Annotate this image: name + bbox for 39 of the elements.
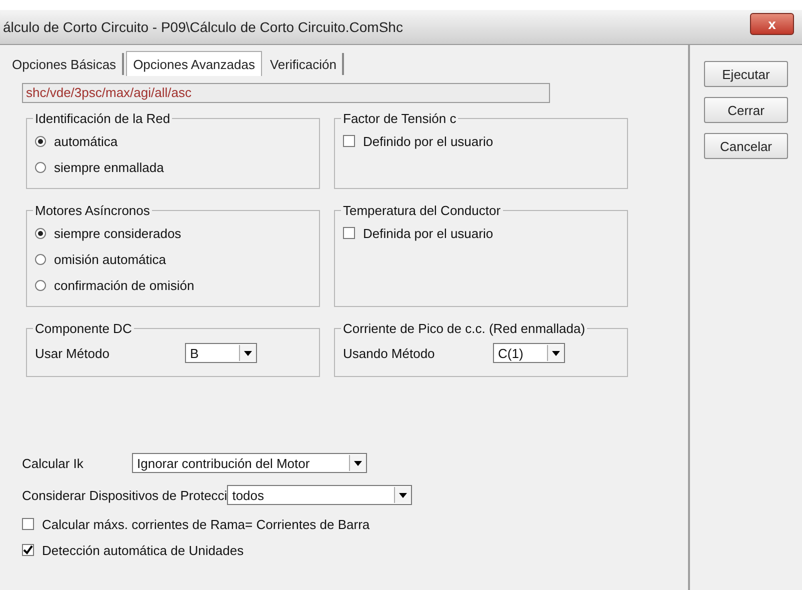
checkbox[interactable] <box>22 518 34 530</box>
field-label: Usando Método <box>343 346 436 360</box>
option-label: Definida por el usuario <box>363 226 494 240</box>
method-dropdown[interactable]: C(1) <box>493 343 565 363</box>
group-title: Corriente de Pico de c.c. (Red enmallada) <box>342 321 586 336</box>
option-label: Detección automática de Unidades <box>42 542 244 558</box>
radio-button[interactable] <box>35 280 46 290</box>
dialog-button[interactable]: Ejecutar <box>704 61 788 87</box>
field-label: Calcular Ik <box>22 456 84 470</box>
option-label: siempre considerados <box>54 226 182 240</box>
group-title: Temperatura del Conductor <box>342 203 502 218</box>
checkbox[interactable] <box>343 227 355 239</box>
radio-button[interactable] <box>35 228 46 238</box>
checkbox[interactable] <box>22 544 34 556</box>
tab[interactable]: Opciones Avanzadas <box>126 51 262 76</box>
option-label: confirmación de omisión <box>54 278 194 292</box>
option-label: Definido por el usuario <box>363 134 494 148</box>
radio-button[interactable] <box>35 162 46 172</box>
dialog-button[interactable]: Cerrar <box>704 97 788 123</box>
radio-button[interactable] <box>35 136 46 146</box>
option-label: siempre enmallada <box>54 160 164 174</box>
close-button[interactable]: x <box>750 13 794 35</box>
method-dropdown[interactable]: B <box>185 343 257 363</box>
field-label: Considerar Dispositivos de Protecci <box>22 488 228 502</box>
group-title: Identificación de la Red <box>34 111 172 126</box>
command-field[interactable]: shc/vde/3psc/max/agi/all/asc <box>22 83 550 103</box>
field-label: Usar Método <box>35 346 110 360</box>
group-title: Factor de Tensión c <box>342 111 458 126</box>
option-label: Calcular máxs. corrientes de Rama= Corrientes de Barra <box>42 516 370 532</box>
option-label: omisión automática <box>54 252 166 266</box>
dropdown[interactable]: Ignorar contribución del Motor <box>132 453 367 473</box>
option-label: automática <box>54 134 118 148</box>
checkbox[interactable] <box>343 135 355 147</box>
group-title: Motores Asíncronos <box>34 203 151 218</box>
radio-button[interactable] <box>35 254 46 264</box>
dropdown[interactable]: todos <box>227 485 412 505</box>
window-title: álculo de Corto Circuito - P09\Cálculo de Corto Circuito.ComShc <box>3 19 403 35</box>
dialog-button[interactable]: Cancelar <box>704 133 788 159</box>
group-title: Componente DC <box>34 321 133 336</box>
